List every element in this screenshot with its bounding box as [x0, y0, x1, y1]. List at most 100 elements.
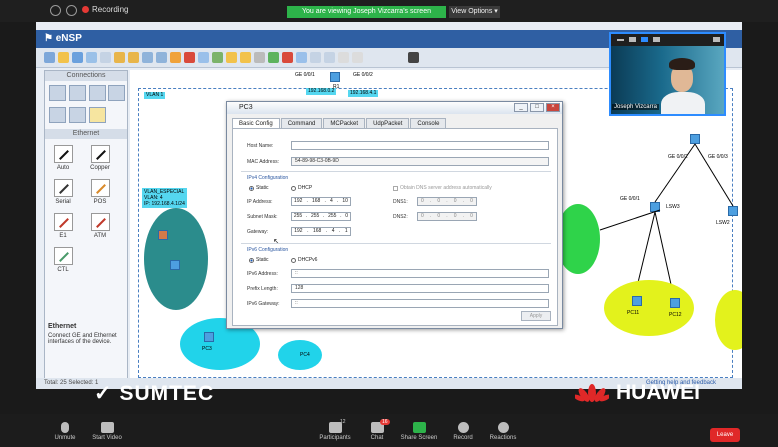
firewall-category-icon[interactable] — [108, 85, 125, 101]
redo-icon[interactable] — [128, 52, 139, 63]
octet: 4 — [331, 228, 335, 234]
menu-icon[interactable] — [408, 52, 419, 63]
pos-cable-icon[interactable] — [91, 179, 110, 197]
close-icon[interactable]: × — [546, 103, 560, 112]
gallery-view-icon[interactable] — [653, 37, 660, 42]
checkbox-label: Obtain DNS server address automatically — [400, 185, 492, 191]
button-label: Unmute — [54, 435, 76, 441]
help-icon[interactable] — [352, 52, 363, 63]
subnet-mask-input[interactable]: 255. 255. 255. 0 — [291, 212, 351, 221]
copper-cable-icon[interactable] — [91, 145, 110, 163]
radio-label: Static — [256, 257, 269, 263]
move-icon[interactable] — [156, 52, 167, 63]
delete-icon[interactable] — [184, 52, 195, 63]
window-icon[interactable] — [338, 52, 349, 63]
ipv4-dhcp-radio[interactable]: DHCP — [291, 185, 312, 191]
tab-console[interactable]: Console — [410, 118, 447, 128]
open-icon[interactable] — [58, 52, 69, 63]
fit-icon[interactable] — [254, 52, 265, 63]
cable-category-icon[interactable] — [89, 107, 106, 123]
ipv6-dhcpv6-radio[interactable]: DHCPv6 — [291, 257, 317, 263]
logo-text: SUMTEC — [119, 382, 215, 405]
zoom-in-icon[interactable] — [226, 52, 237, 63]
e1-cable-icon[interactable] — [54, 213, 73, 231]
tab-udppacket[interactable]: UdpPacket — [366, 118, 410, 128]
print-icon[interactable] — [100, 52, 111, 63]
screenshot-icon[interactable] — [324, 52, 335, 63]
cable-label: Auto — [56, 165, 70, 171]
dns2-input[interactable]: 0.0.0.0 — [417, 212, 477, 221]
ipv6-gateway-label: IPv6 Gateway: — [247, 301, 280, 307]
pc-pc12[interactable] — [670, 298, 680, 308]
ctl-cable-icon[interactable] — [54, 247, 73, 265]
gateway-label: Gateway: — [247, 229, 269, 235]
ipv6-static-radio[interactable]: Static — [249, 257, 269, 263]
router-category-icon[interactable] — [49, 85, 66, 101]
info-icon[interactable] — [50, 5, 61, 16]
maximize-icon[interactable]: □ — [530, 103, 544, 112]
tab-basic-config[interactable]: Basic Config — [232, 118, 280, 128]
save-icon[interactable] — [72, 52, 83, 63]
participants-count: 12 — [339, 419, 346, 425]
octet: 0 — [470, 198, 473, 204]
pc-pc11[interactable] — [632, 296, 642, 306]
atm-cable-icon[interactable] — [91, 213, 110, 231]
gateway-input[interactable]: 192. 168. 4. 1 — [291, 227, 351, 236]
text-icon[interactable] — [198, 52, 209, 63]
app-title: eNSP — [55, 33, 82, 44]
radio-label: Static — [256, 185, 269, 191]
webcam-thumbnail[interactable]: Joseph Vizcarra — [609, 32, 726, 116]
speaker-view-icon[interactable] — [641, 37, 648, 42]
gear-icon[interactable] — [170, 52, 181, 63]
capture-icon[interactable] — [296, 52, 307, 63]
ipv4-static-radio[interactable]: Static — [249, 185, 269, 191]
host-name-input[interactable] — [291, 141, 549, 150]
dns1-input[interactable]: 0.0.0.0 — [417, 197, 477, 206]
cable-label: Copper — [90, 165, 110, 171]
dns2-label: DNS2: — [393, 214, 408, 220]
person-hair — [669, 58, 695, 70]
reactions-button[interactable]: Reactions — [478, 422, 528, 441]
view-options-label: View Options — [451, 8, 493, 15]
stop-all-icon[interactable] — [282, 52, 293, 63]
minimize-icon[interactable]: _ — [514, 103, 528, 112]
sumtec-logo: ✓ SUMTEC — [94, 381, 214, 406]
wlan-category-icon[interactable] — [89, 85, 106, 101]
apply-button[interactable]: Apply — [521, 311, 551, 321]
recording-indicator[interactable]: Recording — [82, 5, 128, 14]
switch-category-icon[interactable] — [69, 85, 86, 101]
palette-icon[interactable] — [212, 52, 223, 63]
topology-icon[interactable] — [310, 52, 321, 63]
layout-icon[interactable] — [629, 37, 636, 42]
cloud-category-icon[interactable] — [69, 107, 86, 123]
mac-input: 54-89-98-C3-0B-9D — [291, 157, 549, 166]
auto-dns-checkbox[interactable]: Obtain DNS server address automatically — [393, 185, 492, 191]
save-as-icon[interactable] — [86, 52, 97, 63]
auto-cable-icon[interactable] — [54, 145, 73, 163]
dns1-label: DNS1: — [393, 199, 408, 205]
radio-label: DHCP — [298, 185, 313, 191]
serial-cable-icon[interactable] — [54, 179, 73, 197]
new-topology-icon[interactable] — [44, 52, 55, 63]
cable-description: Ethernet Connect GE and Ethernet interfa… — [48, 323, 126, 345]
select-icon[interactable] — [142, 52, 153, 63]
view-options-button[interactable]: View Options ▾ — [449, 6, 500, 18]
pc-category-icon[interactable] — [49, 107, 66, 123]
zoom-out-icon[interactable] — [240, 52, 251, 63]
button-label: Reactions — [489, 435, 517, 441]
tab-command[interactable]: Command — [280, 118, 323, 128]
leave-button[interactable]: Leave — [710, 428, 740, 442]
minimize-icon[interactable] — [617, 39, 624, 41]
tab-mcpacket[interactable]: MCPacket — [323, 118, 366, 128]
host-name-label: Host Name: — [247, 143, 274, 149]
prefix-length-input[interactable]: 128 — [291, 284, 549, 293]
ipv6-address-input[interactable]: :: — [291, 269, 549, 278]
ip-address-input[interactable]: 192. 168. 4. 10 — [291, 197, 351, 206]
share-screen-button[interactable]: Share Screen — [394, 422, 444, 441]
start-video-button[interactable]: Start Video — [82, 422, 132, 441]
undo-icon[interactable] — [114, 52, 125, 63]
security-icon[interactable] — [66, 5, 77, 16]
ipv6-gateway-input[interactable]: :: — [291, 299, 549, 308]
expand-icon[interactable] — [713, 37, 720, 42]
start-all-icon[interactable] — [268, 52, 279, 63]
